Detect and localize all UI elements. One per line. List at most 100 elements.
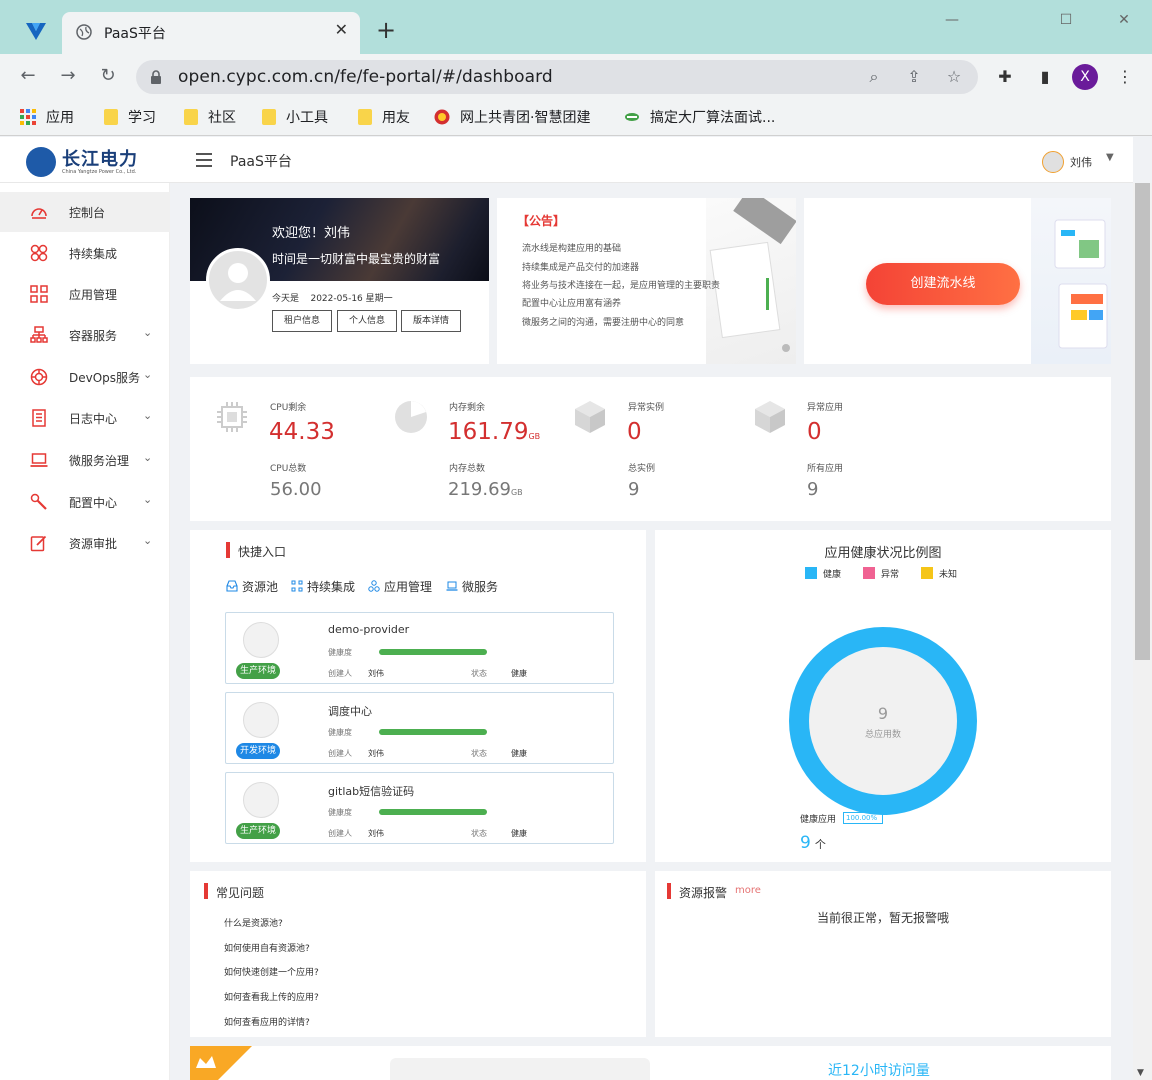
quick-link-microservice[interactable]: 微服务 [446, 578, 498, 595]
integration-icon [291, 580, 303, 592]
sidebar-item-integration[interactable]: 持续集成 [0, 233, 170, 273]
version-details-button[interactable]: 版本详情 [401, 310, 461, 332]
bookmark-folder[interactable]: 用友 [358, 108, 410, 128]
bookmark-star-icon[interactable]: ☆ [944, 67, 964, 87]
user-menu-caret-icon[interactable]: ▼ [1106, 152, 1114, 163]
bookmark-folder[interactable]: 小工具 [262, 108, 328, 128]
bookmark-folder[interactable]: 学习 [104, 108, 156, 128]
faq-link[interactable]: 如何快速创建一个应用? [224, 965, 319, 978]
sidebar-item-label: 配置中心 [69, 496, 118, 510]
create-pipeline-button[interactable]: 创建流水线 [866, 263, 1020, 305]
sidebar-item-app-management[interactable]: 应用管理 [0, 274, 170, 314]
menu-toggle-icon[interactable] [196, 153, 212, 167]
chevron-down-icon[interactable]: ⌄ [143, 409, 152, 422]
minimize-button[interactable]: — [932, 8, 972, 32]
browser-logo-icon[interactable] [24, 20, 48, 44]
sidebar-item-dashboard[interactable]: 控制台 [0, 192, 170, 232]
forward-arrow-icon[interactable]: → [56, 64, 80, 88]
sidebar-item-devops[interactable]: DevOps服务 ⌄ [0, 357, 170, 397]
alarm-more-link[interactable]: more [735, 885, 761, 896]
browser-tab[interactable]: PaaS平台 ✕ [62, 12, 360, 54]
chevron-down-icon[interactable]: ⌄ [143, 368, 152, 381]
sidebar-item-logs[interactable]: 日志中心 ⌄ [0, 398, 170, 438]
faq-link[interactable]: 什么是资源池? [224, 916, 283, 929]
back-arrow-icon[interactable]: ← [16, 64, 40, 88]
bookmark-folder[interactable]: 社区 [184, 108, 236, 128]
sidebar-item-label: 容器服务 [69, 329, 118, 343]
zoom-icon[interactable]: ⌕ [864, 67, 884, 87]
visits-tab-strip[interactable] [390, 1058, 650, 1080]
notice-title: 【公告】 [517, 214, 566, 228]
dashboard-screens-illustration [1031, 198, 1111, 364]
app-card[interactable]: 生产环境 demo-provider 健康度 创建人 刘伟 状态 健康 [225, 612, 614, 684]
bookmark-label: 小工具 [286, 110, 328, 126]
chevron-down-icon[interactable]: ⌄ [143, 534, 152, 547]
bookmark-label: 搞定大厂算法面试... [650, 110, 776, 126]
window-close-button[interactable]: ✕ [1104, 8, 1144, 32]
sidebar-item-container[interactable]: 容器服务 ⌄ [0, 315, 170, 355]
app-avatar [243, 622, 279, 658]
url-text[interactable]: open.cypc.com.cn/fe/fe-portal/#/dashboar… [178, 67, 553, 87]
maximize-button[interactable]: ☐ [1046, 8, 1086, 32]
app-name[interactable]: 调度中心 [328, 703, 372, 719]
user-name[interactable]: 刘伟 [1070, 154, 1092, 170]
extensions-puzzle-icon[interactable]: ✚ [994, 66, 1016, 88]
bookmark-link[interactable]: 搞定大厂算法面试... [624, 108, 775, 128]
tenant-info-button[interactable]: 租户信息 [272, 310, 332, 332]
cube-icon [755, 401, 785, 433]
inbox-icon [226, 580, 238, 592]
page-scrollbar[interactable]: ▼ [1133, 183, 1152, 1080]
scroll-down-arrow-icon[interactable]: ▼ [1137, 1068, 1144, 1078]
health-donut-chart [789, 627, 977, 815]
lock-icon[interactable] [150, 70, 162, 84]
cube-icon [575, 401, 605, 433]
app-name[interactable]: gitlab短信验证码 [328, 783, 414, 799]
user-avatar[interactable] [1042, 151, 1064, 173]
folder-icon [358, 109, 372, 125]
personal-info-button[interactable]: 个人信息 [337, 310, 397, 332]
sidebar-item-approval[interactable]: 资源审批 ⌄ [0, 523, 170, 563]
sidebar-item-config[interactable]: 配置中心 ⌄ [0, 482, 170, 522]
quick-link-resource-pool[interactable]: 资源池 [226, 578, 278, 595]
chevron-down-icon[interactable]: ⌄ [143, 493, 152, 506]
memory-pie-icon [395, 401, 427, 433]
wrench-icon [30, 493, 47, 510]
new-tab-button[interactable]: + [376, 18, 396, 42]
app-name[interactable]: demo-provider [328, 623, 409, 636]
health-label: 健康度 [328, 648, 352, 657]
cpu-remaining-value: 44.33 [269, 419, 335, 445]
abnormal-apps-value: 0 [807, 419, 822, 445]
company-logo[interactable]: 长江电力 China Yangtze Power Co., Ltd. [26, 145, 156, 177]
share-icon[interactable]: ⇪ [904, 67, 924, 87]
profile-avatar[interactable]: X [1072, 64, 1098, 90]
faq-link[interactable]: 如何查看应用的详情? [224, 1015, 310, 1028]
leaf-icon [625, 113, 639, 121]
status-label: 状态 [471, 749, 487, 758]
chevron-down-icon[interactable]: ⌄ [143, 326, 152, 339]
chevron-down-icon[interactable]: ⌄ [143, 451, 152, 464]
app-card[interactable]: 开发环境 调度中心 健康度 创建人 刘伟 状态 健康 [225, 692, 614, 764]
faq-link[interactable]: 如何使用自有资源池? [224, 941, 310, 954]
bookmark-link[interactable]: 网上共青团·智慧团建 [434, 108, 590, 128]
scrollbar-thumb[interactable] [1135, 183, 1150, 660]
sidebar-item-microservice[interactable]: 微服务治理 ⌄ [0, 440, 170, 480]
document-icon [32, 409, 46, 427]
faq-link[interactable]: 如何查看我上传的应用? [224, 990, 319, 1003]
bookmark-apps[interactable]: 应用 [20, 108, 74, 128]
bookmark-label: 用友 [382, 110, 410, 126]
browser-menu-icon[interactable]: ⋮ [1114, 66, 1136, 88]
bookmarks-bar: 应用 学习 社区 小工具 用友 网上共青团·智慧团建 搞定大厂算法面试... [0, 100, 1152, 136]
cluster-icon [368, 580, 380, 592]
app-avatar [243, 782, 279, 818]
today-date: 今天是 2022-05-16 星期一 [272, 291, 393, 304]
lifebuoy-icon [30, 368, 48, 386]
side-panel-icon[interactable]: ▮ [1034, 66, 1056, 88]
app-card[interactable]: 生产环境 gitlab短信验证码 健康度 创建人 刘伟 状态 健康 [225, 772, 614, 844]
memory-unit: GB [510, 488, 523, 497]
reload-icon[interactable]: ↻ [96, 64, 120, 88]
tab-close-icon[interactable]: ✕ [335, 20, 348, 40]
address-bar[interactable]: open.cypc.com.cn/fe/fe-portal/#/dashboar… [136, 60, 978, 94]
quick-link-app-management[interactable]: 应用管理 [368, 578, 432, 595]
quick-link-integration[interactable]: 持续集成 [291, 578, 355, 595]
avatar [206, 248, 270, 312]
